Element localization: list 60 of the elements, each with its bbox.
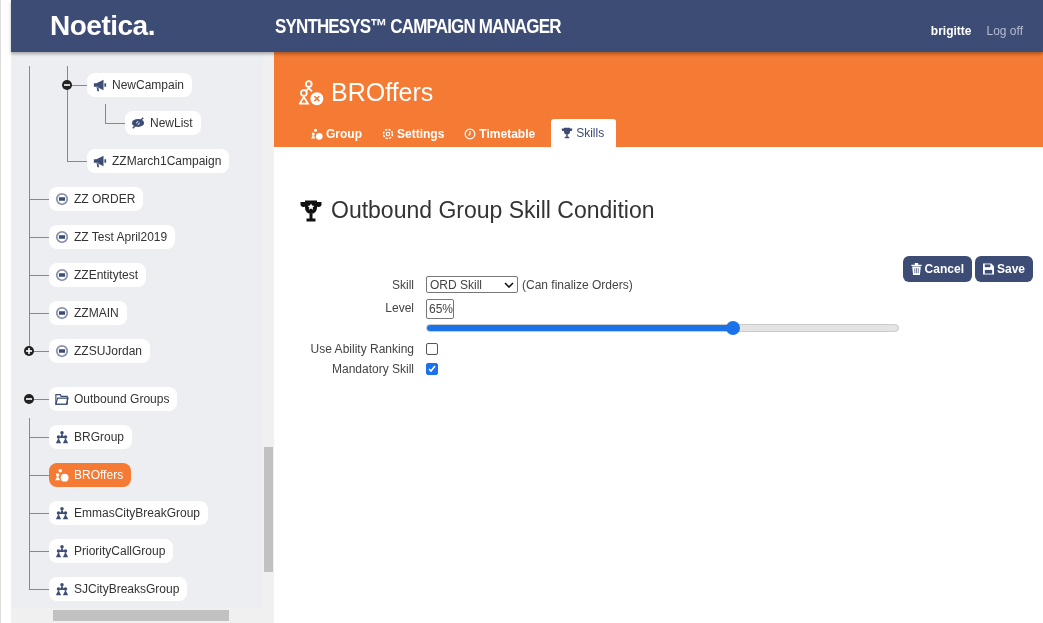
cancel-button[interactable]: Cancel — [902, 256, 972, 282]
horizontal-scrollbar[interactable] — [11, 608, 274, 623]
logo: Noetica. — [50, 10, 155, 42]
entity-icon — [55, 192, 69, 206]
tree-item[interactable]: ZZ Test April2019 — [49, 225, 176, 249]
group-icon — [311, 128, 323, 140]
entity-icon — [55, 268, 69, 282]
tree-item[interactable]: ZZSUJordan — [49, 339, 151, 363]
collapse-toggle-icon[interactable] — [24, 394, 34, 404]
tree-item[interactable]: NewList — [125, 111, 201, 135]
tab[interactable]: Skills — [551, 119, 617, 147]
vertical-scrollbar[interactable] — [263, 52, 274, 608]
section-heading: Outbound Group Skill Condition — [331, 197, 655, 224]
trophy-icon — [561, 127, 574, 139]
field-label: Use Ability Ranking — [309, 342, 414, 356]
group-icon — [299, 79, 325, 106]
settings-icon — [382, 128, 394, 140]
group-icon — [55, 468, 69, 482]
log-off-link[interactable]: Log off — [986, 24, 1023, 38]
entity-icon — [55, 344, 69, 358]
checkbox[interactable] — [426, 363, 438, 375]
tree-item[interactable]: ZZMarch1Campaign — [87, 149, 230, 173]
megaphone-icon — [93, 154, 107, 168]
app-title: SYNTHESYS™ CAMPAIGN MANAGER — [274, 14, 561, 38]
trophy-icon — [299, 198, 323, 223]
skill-dropdown[interactable]: ORD Skill — [426, 276, 518, 293]
entity-icon — [55, 230, 69, 244]
tree-item[interactable]: ZZEntitytest — [49, 263, 146, 287]
entity-icon — [55, 306, 69, 320]
group-icon — [55, 544, 69, 558]
tree-item[interactable]: PriorityCallGroup — [49, 539, 174, 563]
field-label: Skill — [391, 277, 414, 292]
checkbox[interactable] — [426, 343, 438, 355]
group-icon — [55, 506, 69, 520]
tree-item[interactable]: EmmasCityBreakGroup — [49, 501, 209, 525]
level-input[interactable]: 65% — [426, 299, 454, 319]
hidden-eye-icon — [131, 116, 145, 130]
group-icon — [55, 582, 69, 596]
tree-item[interactable]: NewCampain — [87, 73, 193, 97]
clock-icon — [464, 128, 477, 140]
save-button[interactable]: Save — [974, 256, 1033, 282]
save-icon — [982, 263, 994, 275]
chevron-down-icon — [504, 281, 514, 288]
tree-item[interactable]: ZZ ORDER — [49, 187, 144, 211]
megaphone-icon — [93, 78, 107, 92]
page-title: BROffers — [331, 78, 434, 107]
level-slider[interactable] — [426, 324, 899, 332]
field-label: Mandatory Skill — [330, 362, 414, 376]
folder-icon — [55, 392, 69, 406]
tree-item[interactable]: SJCityBreaksGroup — [49, 577, 188, 601]
expand-toggle-icon[interactable] — [24, 346, 34, 356]
trash-icon — [910, 263, 922, 275]
tree-item[interactable]: BRGroup — [49, 425, 133, 449]
collapse-toggle-icon[interactable] — [62, 80, 72, 90]
tree-item[interactable]: ZZMAIN — [49, 301, 127, 325]
group-icon — [55, 430, 69, 444]
user-name: brigitte — [930, 24, 972, 38]
tree-item[interactable]: Outbound Groups — [49, 387, 178, 411]
field-label: Level — [384, 300, 414, 315]
skill-description: (Can finalize Orders) — [522, 277, 633, 292]
